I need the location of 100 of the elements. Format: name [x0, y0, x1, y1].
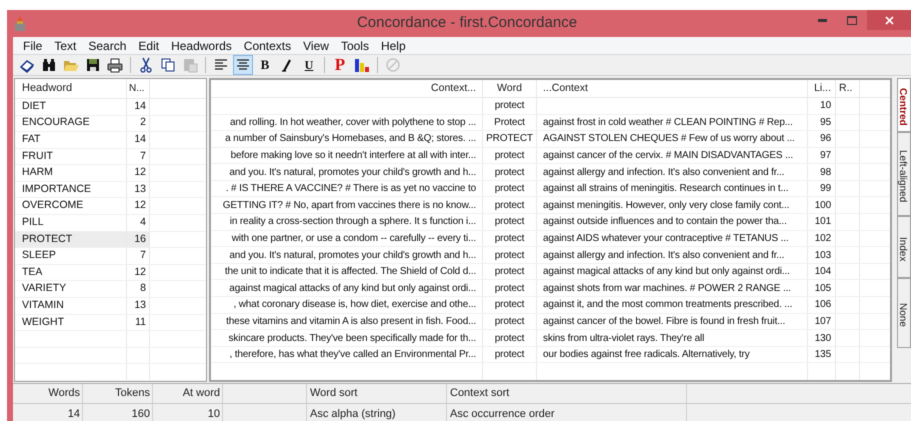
table-cell: 14 [127, 98, 150, 114]
table-cell[interactable]: WEIGHT [15, 314, 127, 330]
table-cell[interactable]: DIET [15, 98, 127, 114]
table-cell: against magical attacks of any kind but only against ordi... [537, 264, 808, 280]
menu-item[interactable]: View [297, 36, 335, 54]
paste-icon [182, 57, 198, 73]
status-header: Tokens [83, 384, 153, 403]
table-cell[interactable]: VITAMIN [15, 298, 127, 314]
column-header[interactable]: R.. [836, 80, 860, 97]
side-tab[interactable]: Index [897, 216, 911, 278]
table-cell: 8 [127, 281, 150, 298]
printer-icon [107, 57, 123, 73]
table-cell[interactable]: PILL [15, 215, 127, 231]
table-cell[interactable]: VARIETY [15, 281, 127, 298]
table-cell: 97 [808, 148, 836, 164]
table-cell: PROTECT [483, 131, 537, 147]
table-cell: against allergy and infection. It's also convenient and fr... [537, 247, 808, 263]
table-cell[interactable]: SLEEP [15, 248, 127, 264]
table-cell: 11 [127, 314, 150, 330]
table-cell: against meningitis. However, only very close family cont... [537, 197, 808, 214]
table-cell: against allergy and infection. It's also convenient and fr... [537, 164, 808, 180]
column-header[interactable]: Word [483, 80, 537, 97]
table-cell: protect [483, 346, 537, 362]
column-header[interactable]: N... [127, 79, 150, 98]
column-header[interactable]: ...Context [537, 80, 808, 97]
table-cell[interactable]: FAT [15, 132, 127, 148]
column-header[interactable]: Li... [808, 80, 836, 97]
table-cell[interactable]: FRUIT [15, 148, 127, 164]
table-cell: protect [483, 98, 537, 114]
status-value: 14 [13, 404, 83, 421]
menu-item[interactable]: File [17, 36, 48, 54]
table-cell: protect [483, 164, 537, 180]
table-cell: protect [483, 214, 537, 230]
status-value: 10 [153, 404, 223, 421]
status-header: Word sort [307, 384, 447, 403]
table-cell[interactable]: OVERCOME [15, 198, 127, 214]
window-title: Concordance - first.Concordance [356, 13, 578, 34]
table-cell: against AIDS whatever your contraceptive # TETANUS ... [537, 230, 808, 246]
table-cell: 135 [808, 346, 836, 362]
table-cell: 102 [808, 230, 836, 246]
toolbar-button[interactable]: P [330, 55, 350, 75]
table-cell[interactable]: IMPORTANCE [15, 182, 127, 198]
toolbar-button[interactable] [233, 55, 253, 75]
status-header: Words [13, 384, 83, 403]
table-cell[interactable]: TEA [15, 264, 127, 280]
table-cell: protect [483, 197, 537, 214]
table-cell: protect [483, 180, 537, 196]
menu-item[interactable]: Text [48, 36, 82, 54]
table-cell: AGAINST STOLEN CHEQUES # Few of us worry about ... [537, 131, 808, 147]
table-cell: against shots from war machines. # POWER 2 RANGE ... [537, 280, 808, 296]
table-cell: 105 [808, 280, 836, 296]
app-icon [13, 16, 27, 32]
table-cell: 12 [127, 264, 150, 280]
table-cell: 14 [127, 132, 150, 148]
table-cell: protect [483, 297, 537, 313]
table-cell: against frost in cold weather # CLEAN POINTING # Rep... [537, 114, 808, 130]
side-tab[interactable]: None [897, 278, 911, 348]
table-cell: protect [483, 264, 537, 280]
maximize-icon [847, 16, 857, 24]
table-cell: 100 [808, 197, 836, 214]
table-cell: 7 [127, 148, 150, 164]
side-tab[interactable]: Centred [897, 78, 911, 132]
toolbar-button[interactable]: U [299, 55, 319, 75]
table-cell: 98 [808, 164, 836, 180]
table-cell: GETTING IT? # No, apart from vaccines there is no know... [211, 197, 483, 214]
menu-item[interactable]: Tools [334, 36, 375, 54]
binoculars-icon [41, 57, 57, 73]
status-header: At word [153, 384, 223, 403]
menu-item[interactable]: Help [374, 36, 412, 54]
table-cell: against cancer of the cervix. # MAIN DISADVANTAGES ... [537, 148, 808, 164]
status-header: Context sort [447, 384, 687, 403]
table-cell: Protect [483, 114, 537, 130]
menu-item[interactable]: Contexts [238, 36, 298, 54]
status-value: Asc alpha (string) [307, 404, 447, 421]
menu-item[interactable]: Edit [132, 36, 166, 54]
table-cell: 7 [127, 248, 150, 264]
close-button[interactable] [867, 10, 911, 30]
table-cell: against it, and the most common treatments prescribed. ... [537, 297, 808, 313]
table-cell[interactable]: ENCOURAGE [15, 116, 127, 132]
table-cell: 107 [808, 314, 836, 330]
table-cell: and rolling. In hot weather, cover with polythene to stop ... [211, 114, 483, 130]
table-cell: 12 [127, 165, 150, 181]
table-cell: 12 [127, 198, 150, 214]
table-cell: 16 [127, 232, 150, 248]
table-cell[interactable]: HARM [15, 165, 127, 181]
status-value: Asc occurrence order [447, 404, 687, 421]
toolbar-button[interactable]: B [255, 55, 275, 75]
table-cell[interactable]: PROTECT [15, 232, 127, 248]
column-header[interactable]: Headword [15, 79, 127, 98]
table-cell: a number of Sainsbury's Homebases, and B &Q; stores. ... [211, 131, 483, 147]
table-cell: against outside influences and to contain the power tha... [537, 214, 808, 230]
table-cell: protect [483, 280, 537, 296]
minimize-icon [818, 18, 826, 22]
side-tab[interactable]: Left-aligned [897, 132, 911, 216]
table-cell: protect [483, 247, 537, 263]
menu-item[interactable]: Search [82, 36, 132, 54]
table-cell: 13 [127, 182, 150, 198]
table-cell: 101 [808, 214, 836, 230]
menu-item[interactable]: Headwords [165, 36, 238, 54]
column-header[interactable]: Context... [211, 80, 483, 97]
